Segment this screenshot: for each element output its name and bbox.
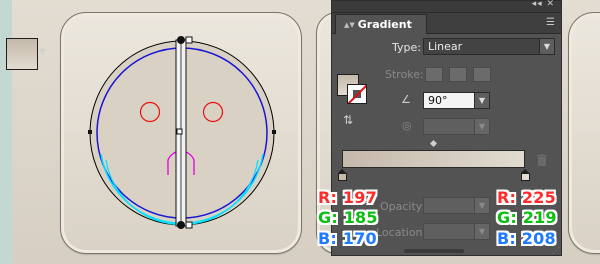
trash-icon[interactable] bbox=[537, 154, 547, 166]
location-label: Location: bbox=[376, 226, 427, 239]
left-b-value: 170 bbox=[342, 229, 377, 248]
aspect-ratio-icon: ◎ bbox=[402, 119, 412, 132]
type-select-value: Linear bbox=[428, 40, 463, 53]
left-stop-red-readout: R: 197 bbox=[318, 188, 377, 207]
double-arrow-icon[interactable]: ▲▼ bbox=[344, 21, 355, 29]
panel-titlebar[interactable]: ◂◂ ✕ bbox=[332, 0, 561, 13]
gradient-slider-bar[interactable] bbox=[342, 150, 525, 168]
opacity-select[interactable]: ▼ bbox=[423, 197, 490, 214]
panel-tab-row: ▲▼ Gradient ☰ bbox=[332, 13, 561, 34]
chevron-down-icon[interactable]: ▼ bbox=[39, 47, 45, 56]
center-anchor[interactable] bbox=[176, 128, 183, 135]
gradient-stop-right[interactable] bbox=[521, 169, 530, 181]
gradient-swatch-preview[interactable] bbox=[6, 38, 38, 70]
gradient-origin-square[interactable] bbox=[185, 36, 193, 44]
panel-menu-icon[interactable]: ☰ bbox=[546, 17, 555, 28]
right-stop-green-readout: G: 219 bbox=[497, 208, 557, 227]
stroke-within-button[interactable] bbox=[425, 67, 443, 82]
gradient-origin-handle[interactable] bbox=[177, 36, 185, 44]
tab-gradient[interactable]: ▲▼ Gradient bbox=[335, 14, 427, 34]
chevron-down-icon[interactable]: ▼ bbox=[539, 39, 554, 54]
right-g-label: G: bbox=[497, 208, 517, 227]
right-r-value: 225 bbox=[521, 188, 556, 207]
left-r-value: 197 bbox=[342, 188, 377, 207]
fill-stroke-selector[interactable] bbox=[337, 74, 371, 106]
gradient-end-square[interactable] bbox=[185, 221, 193, 229]
anchor-right[interactable] bbox=[272, 130, 276, 134]
anchor-left[interactable] bbox=[88, 130, 92, 134]
chevron-down-icon[interactable]: ▼ bbox=[474, 93, 489, 108]
left-b-label: B: bbox=[318, 229, 337, 248]
panel-scrollbar[interactable] bbox=[404, 249, 464, 253]
left-stop-green-readout: G: 185 bbox=[318, 208, 378, 227]
angle-value: 90° bbox=[428, 94, 448, 107]
tab-gradient-label: Gradient bbox=[357, 18, 412, 31]
right-b-value: 208 bbox=[521, 229, 556, 248]
type-label: Type: bbox=[392, 41, 421, 54]
right-r-label: R: bbox=[497, 188, 517, 207]
opacity-label: Opacity: bbox=[380, 200, 426, 213]
type-select[interactable]: Linear ▼ bbox=[423, 38, 555, 55]
chevron-down-icon[interactable]: ▼ bbox=[474, 224, 489, 239]
right-g-value: 219 bbox=[522, 208, 557, 227]
left-g-label: G: bbox=[318, 208, 338, 227]
gradient-stop-left[interactable] bbox=[338, 169, 347, 181]
location-select[interactable]: ▼ bbox=[423, 223, 490, 240]
gradient-end-handle[interactable] bbox=[177, 221, 185, 229]
stroke-label: Stroke: bbox=[385, 68, 424, 81]
chevron-down-icon[interactable]: ▼ bbox=[474, 198, 489, 213]
left-g-value: 185 bbox=[343, 208, 378, 227]
left-stop-blue-readout: B: 170 bbox=[318, 229, 377, 248]
angle-icon: ∠ bbox=[401, 93, 411, 106]
chevron-down-icon[interactable]: ▼ bbox=[474, 119, 489, 134]
right-stop-blue-readout: B: 208 bbox=[497, 229, 556, 248]
right-b-label: B: bbox=[497, 229, 516, 248]
aspect-ratio-select[interactable]: ▼ bbox=[423, 118, 490, 135]
stroke-along-button[interactable] bbox=[449, 67, 467, 82]
panel-window-controls[interactable]: ◂◂ ✕ bbox=[532, 0, 555, 9]
angle-input[interactable]: 90° ▼ bbox=[423, 92, 490, 109]
reverse-gradient-icon[interactable]: ⇅ bbox=[343, 113, 353, 127]
right-stop-red-readout: R: 225 bbox=[497, 188, 556, 207]
stroke-across-button[interactable] bbox=[473, 67, 491, 82]
stroke-swatch-none[interactable] bbox=[347, 84, 367, 104]
left-r-label: R: bbox=[318, 188, 338, 207]
